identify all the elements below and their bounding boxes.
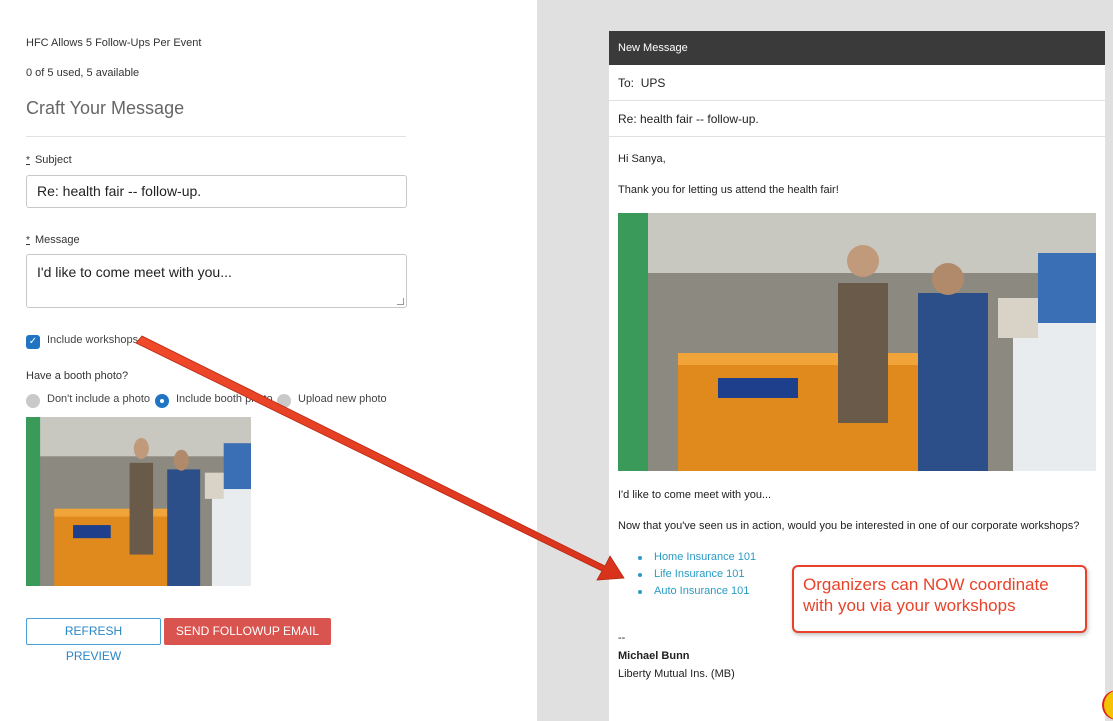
booth-photo-image [26, 417, 251, 586]
craft-message-heading: Craft Your Message [26, 98, 185, 118]
email-message-text: I'd like to come meet with you... [618, 489, 772, 501]
workshop-link-home-insurance[interactable]: Home Insurance 101 [638, 549, 1096, 566]
subject-input[interactable]: Re: health fair -- follow-up. [26, 175, 407, 208]
heading-divider [26, 136, 406, 137]
email-to-value: UPS [640, 76, 666, 90]
message-textarea[interactable]: I'd like to come meet with you... [26, 254, 407, 308]
subject-label-text: Subject [34, 154, 72, 166]
email-greeting: Hi Sanya, [618, 153, 666, 165]
signature-name: Michael Bunn [618, 650, 690, 662]
annotation-callout: Organizers can NOW coordinate with you v… [792, 565, 1087, 633]
resize-handle[interactable] [397, 298, 404, 305]
email-preview-title: New Message [609, 31, 1105, 65]
message-label-text: Message [34, 234, 80, 246]
radio-upload-new-photo-label: Upload new photo [298, 393, 387, 405]
radio-no-photo[interactable] [26, 394, 40, 408]
email-thanks: Thank you for letting us attend the heal… [618, 184, 839, 196]
radio-no-photo-label: Don't include a photo [47, 393, 151, 405]
email-booth-photo-image [618, 213, 1096, 471]
radio-include-booth-photo-label: Include booth photo [176, 393, 273, 405]
message-text: I'd like to come meet with you... [37, 264, 232, 280]
include-workshops-checkbox[interactable]: ✓ [26, 335, 40, 349]
subject-label: * Subject [26, 154, 72, 166]
include-workshops-label: Include workshops [47, 334, 139, 346]
booth-photo-question: Have a booth photo? [26, 370, 129, 382]
email-booth-photo [618, 213, 1096, 471]
radio-include-booth-photo[interactable] [155, 394, 169, 408]
required-mark: * [26, 235, 30, 246]
email-to-row: To: UPS [609, 65, 1105, 101]
followup-limit-text: HFC Allows 5 Follow-Ups Per Event [26, 37, 202, 49]
message-label: * Message [26, 234, 80, 246]
followup-form-panel: HFC Allows 5 Follow-Ups Per Event 0 of 5… [0, 0, 537, 721]
radio-upload-new-photo[interactable] [277, 394, 291, 408]
followup-usage-text: 0 of 5 used, 5 available [26, 67, 140, 79]
required-mark: * [26, 155, 30, 166]
email-subject-row: Re: health fair -- follow-up. [609, 101, 1105, 137]
refresh-preview-button[interactable]: REFRESH PREVIEW [26, 618, 161, 663]
signature-company: Liberty Mutual Ins. (MB) [618, 668, 735, 680]
booth-photo-thumbnail [26, 417, 251, 586]
email-workshop-intro: Now that you've seen us in action, would… [618, 520, 1080, 532]
send-followup-email-button[interactable]: SEND FOLLOWUP EMAIL [164, 618, 331, 645]
email-to-label: To: [618, 76, 635, 90]
